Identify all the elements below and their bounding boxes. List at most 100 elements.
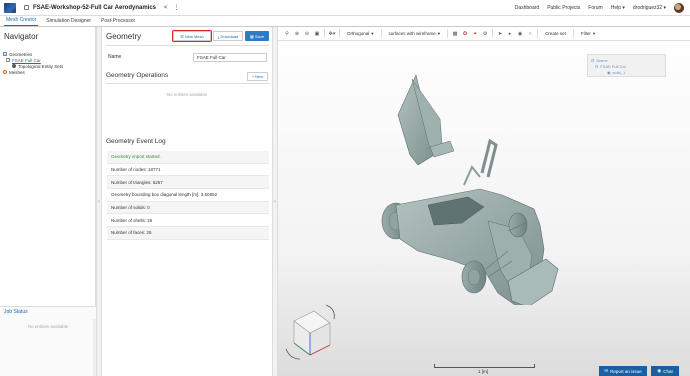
chat-button[interactable]: ◉ Chat [651,366,679,376]
download-button[interactable]: ⤓ Download [213,31,243,41]
eye-icon[interactable]: ◉ [607,70,611,75]
event-log-title: Geometry Event Log [106,138,166,145]
orientation-cube-icon[interactable] [280,299,340,363]
event-log-row: Number of solids: 0 [107,201,269,215]
geometry-operations-title: Geometry Operations [106,72,169,79]
tab-simulation-designer[interactable]: Simulation Designer [44,18,93,26]
tree-label-fsae-full-car[interactable]: FSAE Full Car [12,58,41,63]
geometry-title: Geometry [106,32,142,41]
view-orientation-icon[interactable]: ✥▾ [329,31,336,37]
report-issue-button[interactable]: ✉ Report an issue [599,366,647,376]
new-mesh-button[interactable]: ☰ New Mesh [172,30,212,42]
toolbar-divider [324,29,325,38]
workflow-tabs: Mesh Creator Simulation Designer Post-Pr… [0,16,690,27]
toolbar-divider [339,29,340,38]
toolbar-divider [572,29,574,38]
3d-viewer[interactable]: ⚲ ⊕ ⊖ ▣ ✥▾ Orthogonal ▾ surfaces with wir… [278,27,690,376]
viewer-toolbar: ⚲ ⊕ ⊖ ▣ ✥▾ Orthogonal ▾ surfaces with wir… [278,27,690,41]
chevron-down-icon: ▾ [592,30,596,36]
top-bar: FSAE-Workshop-52-Full Car Aerodynamics <… [0,0,690,16]
toolbar-divider [380,29,382,38]
nav-public-projects[interactable]: Public Projects [547,5,580,11]
meshes-icon [3,70,7,74]
top-nav: Dashboard Public Projects Forum Help ▾ d… [515,0,684,16]
navigator-title: Navigator [4,32,39,41]
geometry-panel: Geometry ☰ New Mesh ⤓ Download ▦ Save Na… [102,27,272,376]
lock-icon [24,5,29,10]
projection-select[interactable]: Orthogonal ▾ [344,29,377,38]
chevron-left-icon: ‹ [274,198,276,205]
measure-icon[interactable]: ⚙ [482,31,488,37]
share-icon[interactable]: < [164,5,168,11]
entity-sets-icon [12,64,16,68]
event-log-row: Geometry import started. [107,151,269,164]
zoom-out-icon[interactable]: ⊖ [304,31,310,37]
new-operation-button[interactable]: + New [247,72,268,81]
scale-label: 1 [m] [478,369,489,374]
visibility-eye-icon[interactable]: ◉ [517,31,523,37]
select-mode-icon[interactable]: ▸ [507,31,513,37]
event-log-row: Number of nodes: 18771 [107,164,269,177]
chevron-down-icon: ▾ [371,30,374,36]
toggle-icon[interactable]: ○ [527,31,533,37]
tab-post-processor[interactable]: Post-Processor [99,18,137,26]
job-status-empty: No entities available [27,324,69,329]
toolbar-divider [447,29,449,38]
scene-tree: ⊟ Scene ⊟ FSAE Full Car ◉ solid_1 [587,54,666,77]
create-set-button[interactable]: Create set [542,31,569,36]
chat-bubble-icon: ✉ [604,368,609,373]
toolbar-divider [492,29,494,38]
cutting-plane-icon[interactable]: ▩ [452,31,458,37]
zoom-fit-icon[interactable]: ⚲ [284,31,290,37]
event-log-row: Number of shells: 26 [107,214,269,228]
tree-label-geometries: Geometries [9,51,33,57]
tab-mesh-creator[interactable]: Mesh Creator [4,17,39,26]
avatar[interactable] [674,3,684,13]
select-cursor-icon[interactable]: ➤ [497,31,503,37]
chat-icon: ◉ [657,368,662,373]
name-label: Name [108,54,122,60]
zoom-in-icon[interactable]: ⊕ [294,31,300,37]
geometries-icon [3,52,7,56]
event-log-row: Number of faces: 26 [107,227,269,240]
navigator-tree: Geometries FSAE Full Car Topological Ent… [0,51,95,75]
fsae-car-model[interactable] [368,55,568,305]
download-icon: ⤓ [217,33,220,39]
more-options-icon[interactable]: ⋮ [174,4,180,11]
render-mode-select[interactable]: surfaces with wireframe ▾ [386,29,444,38]
event-log-table: Geometry import started. Number of nodes… [107,151,269,240]
job-status-title: Job Status [4,309,28,315]
tree-label-entity-sets: Topological Entity Sets [18,63,64,69]
job-status-panel: Job Status No entities available [0,306,96,376]
transform-icon[interactable]: ✦ [472,31,478,37]
simscale-logo-icon[interactable] [4,2,16,13]
filter-select[interactable]: Filter ▾ [578,29,598,38]
nav-dashboard[interactable]: Dashboard [515,5,539,11]
save-icon: ▦ [250,33,254,39]
save-button[interactable]: ▦ Save [245,31,269,41]
chevron-left-icon: ‹ [98,198,100,205]
scene-collapse-icon[interactable]: ⊟ [595,64,598,69]
name-field[interactable]: FSAE Full Car [193,53,267,62]
plus-icon: + [251,74,255,79]
axis-icon[interactable]: ✪ [462,31,468,37]
nav-help[interactable]: Help ▾ [611,5,625,11]
collapse-icon[interactable] [6,58,10,62]
operations-empty: No entities available [166,92,208,97]
nav-forum[interactable]: Forum [588,5,602,11]
toolbar-divider [537,29,539,38]
scale-bar [434,364,535,368]
project-title: FSAE-Workshop-52-Full Car Aerodynamics [33,4,157,11]
zoom-box-icon[interactable]: ▣ [314,31,320,37]
scene-collapse-icon[interactable]: ⊟ [591,58,594,63]
list-icon: ☰ [180,33,184,39]
scene-tree-solid[interactable]: ◉ solid_1 [591,69,662,75]
chevron-down-icon: ▾ [437,30,441,36]
event-log-row: Geometry bounding box diagonal length [m… [107,189,269,202]
event-log-row: Number of triangles: 6257 [107,176,269,190]
divider [106,45,269,46]
divider [106,83,269,84]
nav-user-menu[interactable]: drodriguez32 ▾ [633,5,666,11]
tree-item-meshes[interactable]: Meshes [0,69,95,75]
tree-label-meshes: Meshes [9,69,25,75]
